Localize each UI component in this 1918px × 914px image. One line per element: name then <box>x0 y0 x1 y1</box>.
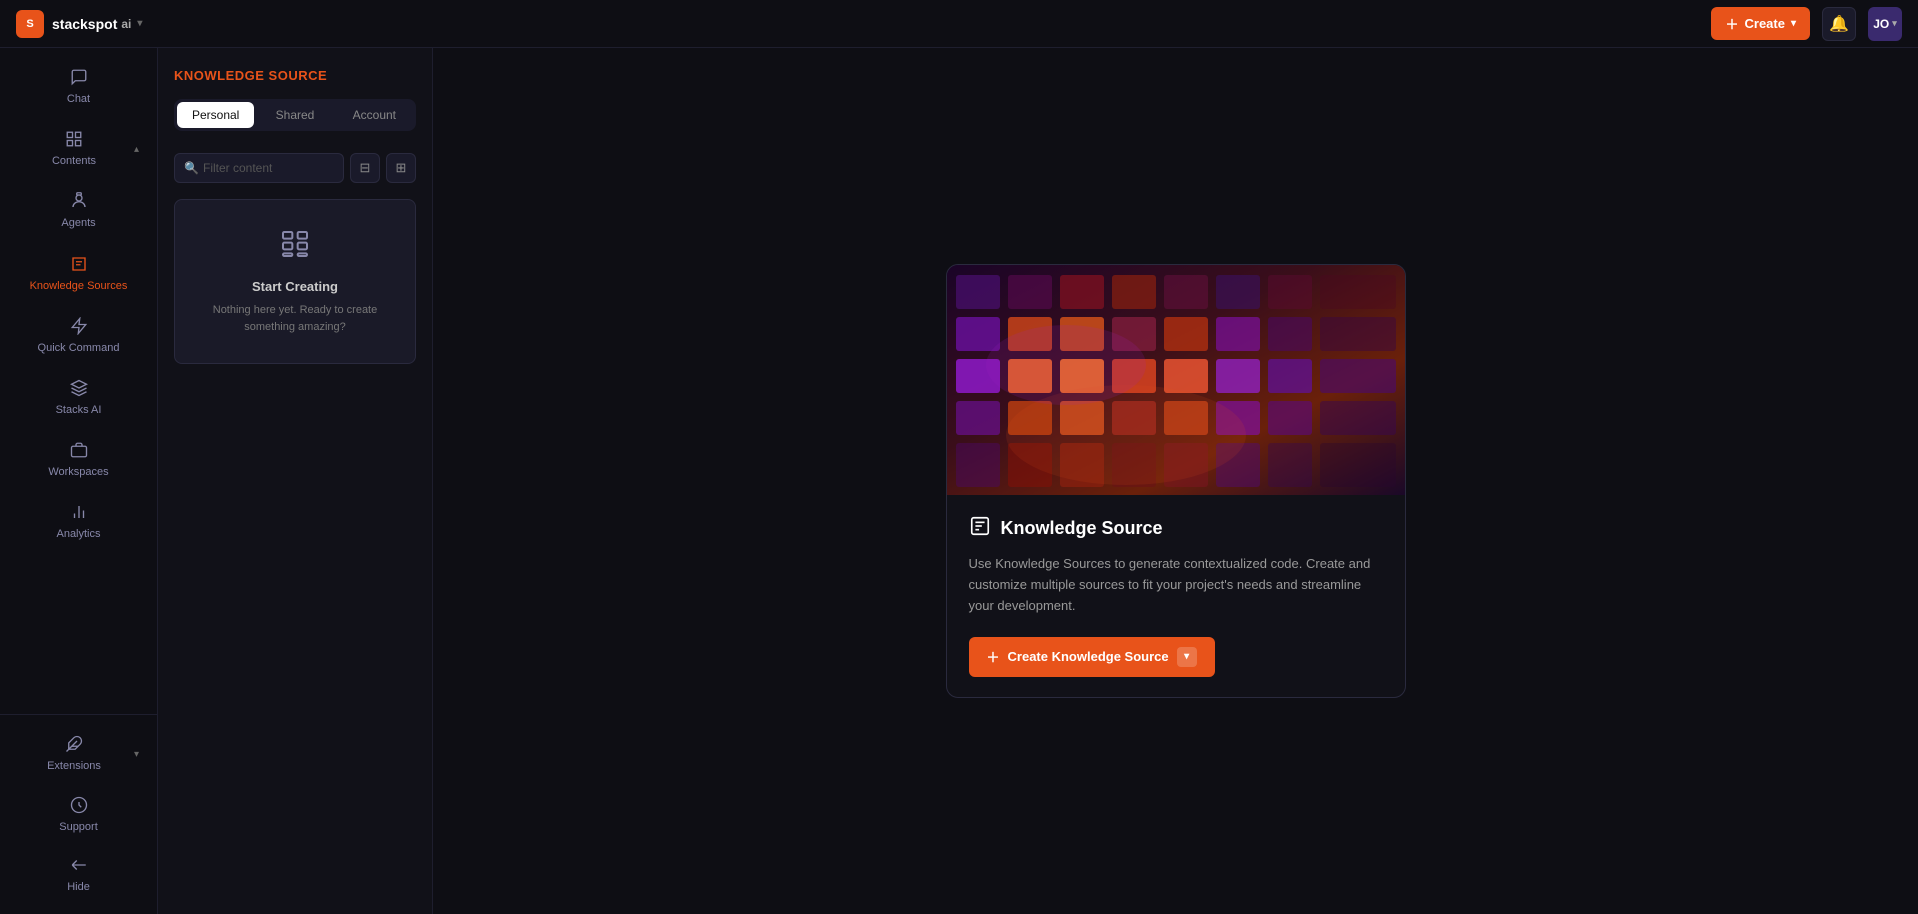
sidebar-item-contents[interactable]: Contents ▴ <box>6 120 151 178</box>
stacks-ai-icon <box>70 379 88 400</box>
analytics-icon <box>70 503 88 524</box>
logo-ai: ai <box>121 17 131 31</box>
tab-personal[interactable]: Personal <box>177 102 254 128</box>
avatar-initials: JO <box>1873 17 1889 31</box>
knowledge-source-card: Knowledge Source Use Knowledge Sources t… <box>946 264 1406 697</box>
sidebar-analytics-label: Analytics <box>56 528 100 541</box>
sidebar-extensions-label: Extensions <box>47 760 101 773</box>
sidebar-stacks-ai-label: Stacks AI <box>56 404 102 417</box>
notifications-button[interactable]: 🔔 <box>1822 7 1856 41</box>
empty-state-description: Nothing here yet. Ready to create someth… <box>191 302 399 335</box>
avatar-chevron-icon: ▾ <box>1892 18 1897 29</box>
sidebar-knowledge-sources-label: Knowledge Sources <box>30 280 128 293</box>
filter-button[interactable]: ⊟ <box>350 153 380 183</box>
support-icon <box>70 796 88 817</box>
sidebar-agents-label: Agents <box>61 217 95 230</box>
create-knowledge-label: Create Knowledge Source <box>1008 649 1169 664</box>
create-knowledge-source-button[interactable]: ＋ Create Knowledge Source ▾ <box>969 637 1215 677</box>
empty-state-icon <box>279 228 311 267</box>
sidebar-item-quick-command[interactable]: Quick Command <box>6 307 151 365</box>
tab-account[interactable]: Account <box>336 102 413 128</box>
sidebar-item-agents[interactable]: Agents <box>6 182 151 240</box>
bell-icon: 🔔 <box>1829 14 1849 34</box>
sidebar-item-workspaces[interactable]: Workspaces <box>6 431 151 489</box>
sidebar-support-label: Support <box>59 821 98 834</box>
extensions-icon <box>65 735 83 756</box>
header-right: ＋ Create ▾ 🔔 JO ▾ <box>1711 7 1902 41</box>
sidebar-item-extensions[interactable]: Extensions ▾ <box>6 725 151 783</box>
filter-icon: ⊟ <box>360 160 371 176</box>
sidebar-bottom: Extensions ▾ Support Hide <box>0 714 157 906</box>
contents-icon <box>65 130 83 151</box>
left-panel-title: KNOWLEDGE SOURCE <box>174 68 416 83</box>
empty-state-title: Start Creating <box>252 279 338 294</box>
sidebar-item-chat[interactable]: Chat <box>6 58 151 116</box>
search-input[interactable] <box>174 153 344 183</box>
create-chevron-icon: ▾ <box>1791 18 1796 29</box>
logo-area: S stackspot ai ▾ <box>16 10 142 38</box>
sidebar-item-support[interactable]: Support <box>6 786 151 844</box>
card-title-icon <box>969 515 991 542</box>
create-button[interactable]: ＋ Create ▾ <box>1711 7 1810 40</box>
view-button[interactable]: ⊞ <box>386 153 416 183</box>
sidebar-contents-label: Contents <box>52 155 96 168</box>
extensions-collapse-icon: ▾ <box>134 749 139 760</box>
logo-chevron-icon: ▾ <box>137 18 142 29</box>
sidebar-item-knowledge-sources[interactable]: Knowledge Sources <box>6 245 151 303</box>
logo-badge: S <box>16 10 44 38</box>
top-header: S stackspot ai ▾ ＋ Create ▾ 🔔 JO ▾ <box>0 0 1918 48</box>
agents-icon <box>70 192 88 213</box>
create-knowledge-chevron-icon: ▾ <box>1177 647 1197 667</box>
card-body: Knowledge Source Use Knowledge Sources t… <box>947 495 1405 696</box>
sidebar-workspaces-label: Workspaces <box>48 466 108 479</box>
search-row: 🔍 ⊟ ⊞ <box>158 143 432 191</box>
create-knowledge-plus-icon: ＋ <box>987 647 1000 666</box>
create-plus-icon: ＋ <box>1725 14 1738 33</box>
card-description: Use Knowledge Sources to generate contex… <box>969 554 1383 616</box>
left-panel: KNOWLEDGE SOURCE Personal Shared Account… <box>158 48 433 914</box>
card-title-row: Knowledge Source <box>969 515 1383 542</box>
workspaces-icon <box>70 441 88 462</box>
knowledge-sources-icon <box>70 255 88 276</box>
logo-text: stackspot ai ▾ <box>52 16 142 32</box>
card-title: Knowledge Source <box>1001 518 1163 539</box>
empty-state-card: Start Creating Nothing here yet. Ready t… <box>174 199 416 364</box>
sidebar-item-analytics[interactable]: Analytics <box>6 493 151 551</box>
sidebar-item-stacks-ai[interactable]: Stacks AI <box>6 369 151 427</box>
content-area: KNOWLEDGE SOURCE Personal Shared Account… <box>158 48 1918 914</box>
hide-icon <box>70 856 88 877</box>
search-wrapper: 🔍 <box>174 153 344 183</box>
sidebar-chat-label: Chat <box>67 93 90 106</box>
sidebar-hide-label: Hide <box>67 881 90 894</box>
chat-icon <box>70 68 88 89</box>
tabs-row: Personal Shared Account <box>174 99 416 131</box>
right-panel: Knowledge Source Use Knowledge Sources t… <box>433 48 1918 914</box>
sidebar-spacer <box>0 554 157 715</box>
quick-command-icon <box>70 317 88 338</box>
create-label: Create <box>1745 16 1785 31</box>
tab-shared[interactable]: Shared <box>256 102 333 128</box>
card-hero-image <box>947 265 1405 495</box>
sidebar-quick-command-label: Quick Command <box>38 342 120 355</box>
avatar-button[interactable]: JO ▾ <box>1868 7 1902 41</box>
view-icon: ⊞ <box>396 160 407 176</box>
left-panel-header: KNOWLEDGE SOURCE Personal Shared Account <box>158 48 432 143</box>
sidebar-item-hide[interactable]: Hide <box>6 846 151 904</box>
contents-collapse-icon: ▴ <box>134 144 139 155</box>
logo-stackspot: stackspot <box>52 16 117 32</box>
main-layout: Chat Contents ▴ Agents Knowledge Sources <box>0 48 1918 914</box>
sidebar: Chat Contents ▴ Agents Knowledge Sources <box>0 48 158 914</box>
